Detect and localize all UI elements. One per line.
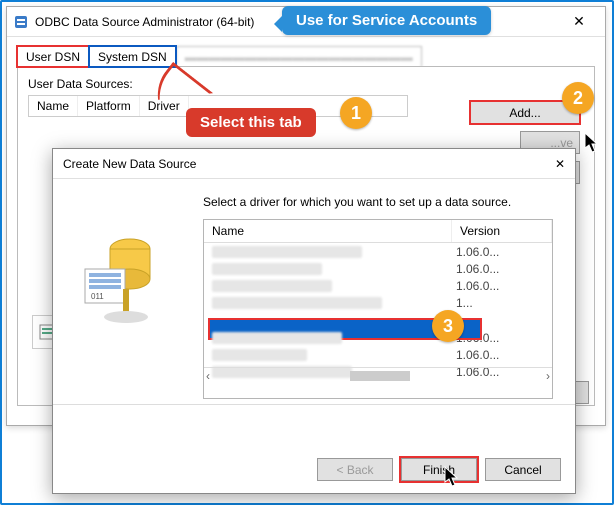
cursor-icon xyxy=(444,466,460,488)
col-platform[interactable]: Platform xyxy=(78,96,140,116)
tab-hidden[interactable]: ▬▬▬▬▬▬▬▬▬▬▬▬▬▬▬▬▬▬▬ xyxy=(176,46,422,67)
back-button: < Back xyxy=(317,458,393,481)
driver-row[interactable]: 1... xyxy=(204,294,552,311)
callout-service-accounts: Use for Service Accounts xyxy=(282,6,491,35)
driver-row[interactable]: 1.06.0... xyxy=(204,243,552,260)
create-datasource-wizard: Create New Data Source ✕ 011 Select a dr… xyxy=(52,148,576,494)
driver-col-version[interactable]: Version xyxy=(452,220,552,242)
horizontal-scrollbar[interactable]: ‹› xyxy=(204,367,552,383)
driver-list[interactable]: Name Version 1.06.0... 1.06.0... 1.06.0.… xyxy=(203,219,553,399)
svg-text:011: 011 xyxy=(91,292,104,301)
cursor-icon xyxy=(584,132,600,154)
close-button[interactable]: ✕ xyxy=(559,8,599,36)
tab-strip: User DSN System DSN ▬▬▬▬▬▬▬▬▬▬▬▬▬▬▬▬▬▬▬ xyxy=(17,45,595,66)
callout-select-tab: Select this tab xyxy=(186,108,316,137)
odbc-icon xyxy=(13,14,29,30)
driver-row[interactable]: 1.06.0... xyxy=(204,277,552,294)
finish-button[interactable]: Finish xyxy=(401,458,477,481)
tab-user-dsn[interactable]: User DSN xyxy=(17,46,89,67)
badge-2: 2 xyxy=(562,82,594,114)
wizard-graphic: 011 xyxy=(65,201,175,351)
cancel-button[interactable]: Cancel xyxy=(485,458,561,481)
tab-system-dsn[interactable]: System DSN xyxy=(89,46,176,67)
wizard-title: Create New Data Source xyxy=(63,157,555,171)
col-name[interactable]: Name xyxy=(29,96,78,116)
wizard-close-button[interactable]: ✕ xyxy=(555,157,565,171)
driver-row[interactable]: 1.06.0... xyxy=(204,346,552,363)
badge-3: 3 xyxy=(432,310,464,342)
list-label: User Data Sources: xyxy=(28,77,584,91)
driver-col-name[interactable]: Name xyxy=(204,220,452,242)
wizard-instruction: Select a driver for which you want to se… xyxy=(203,195,511,209)
driver-row[interactable]: 1.06.0... xyxy=(204,260,552,277)
badge-1: 1 xyxy=(340,97,372,129)
